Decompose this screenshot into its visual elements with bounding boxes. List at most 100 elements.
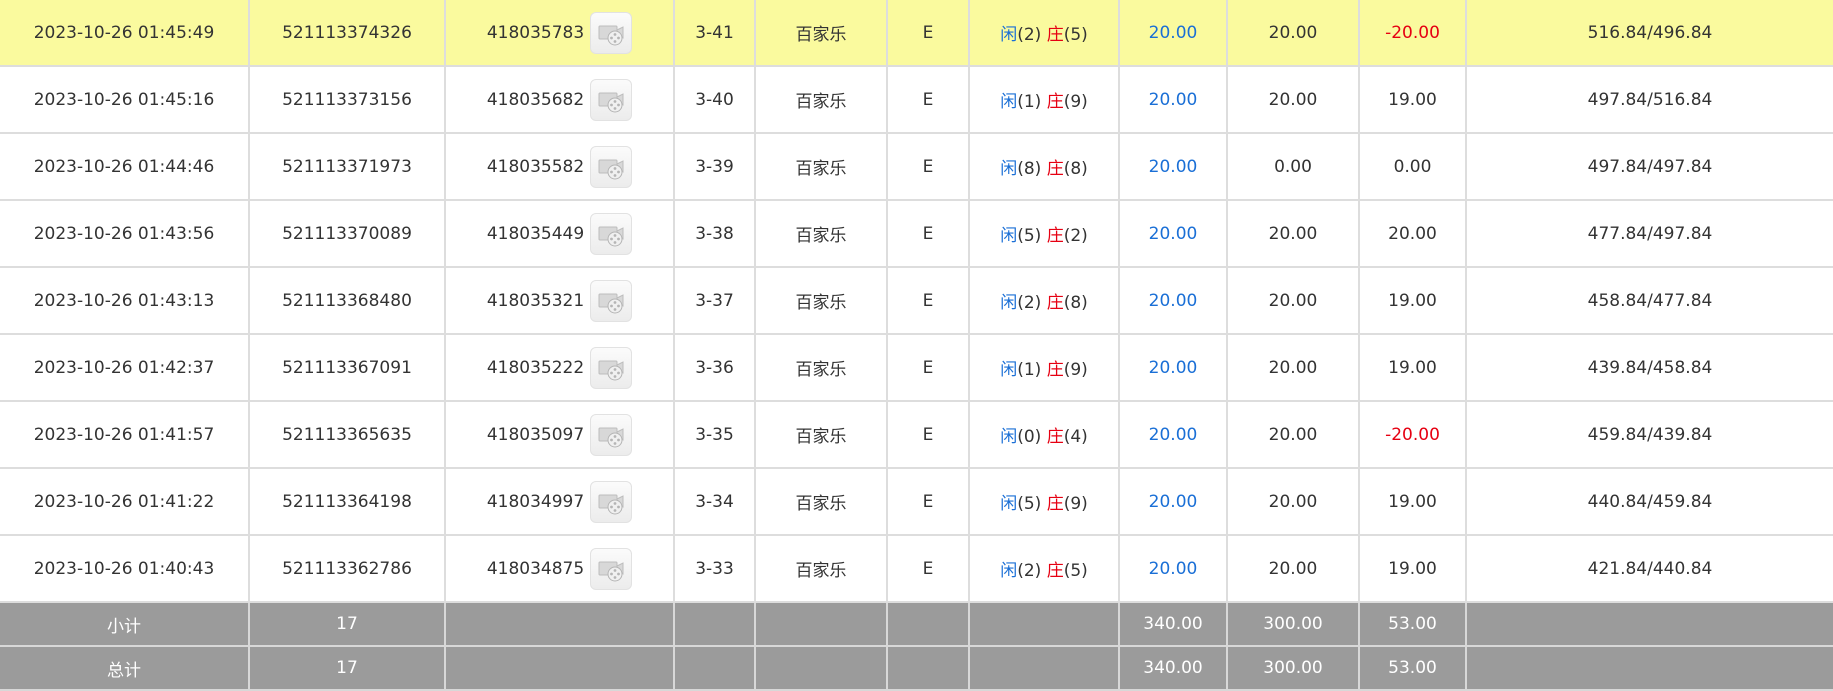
game-name: 百家乐 <box>755 267 888 335</box>
round-number: 3-40 <box>674 66 756 134</box>
video-replay-icon[interactable] <box>590 346 633 389</box>
banker-label: 庄 <box>1046 494 1064 514</box>
result-cell: 闲(5) 庄(2) <box>969 200 1120 268</box>
table-name: E <box>887 334 970 402</box>
total-win-loss: 53.00 <box>1359 646 1467 691</box>
result-cell: 闲(1) 庄(9) <box>969 66 1120 134</box>
valid-bet: 20.00 <box>1227 267 1360 335</box>
subtotal-bet-amount: 340.00 <box>1119 602 1228 647</box>
result-cell: 闲(2) 庄(8) <box>969 267 1120 335</box>
valid-bet: 20.00 <box>1227 0 1360 67</box>
player-label: 闲 <box>1000 293 1018 313</box>
player-points: (8) <box>1017 159 1042 179</box>
banker-label: 庄 <box>1046 427 1064 447</box>
total-count: 17 <box>249 646 446 691</box>
balance: 458.84/477.84 <box>1466 267 1833 335</box>
round-number: 3-35 <box>674 401 756 469</box>
game-name: 百家乐 <box>755 535 888 603</box>
game-name: 百家乐 <box>755 200 888 268</box>
player-label: 闲 <box>1000 92 1018 112</box>
empty-cell <box>1466 602 1833 647</box>
bet-number: 418034997 <box>486 491 585 512</box>
win-loss: -20.00 <box>1359 401 1467 469</box>
table-name: E <box>887 0 970 67</box>
video-replay-icon[interactable] <box>590 78 633 121</box>
video-replay-icon[interactable] <box>590 413 633 456</box>
table-name: E <box>887 200 970 268</box>
video-replay-icon[interactable] <box>590 547 633 590</box>
win-loss: 19.00 <box>1359 66 1467 134</box>
win-loss: 19.00 <box>1359 334 1467 402</box>
empty-cell <box>969 646 1120 691</box>
order-number: 521113364198 <box>249 468 446 536</box>
round-number: 3-39 <box>674 133 756 201</box>
subtotal-row: 小计 17 340.00 300.00 53.00 <box>0 602 1833 647</box>
empty-cell <box>674 602 756 647</box>
game-name: 百家乐 <box>755 66 888 134</box>
banker-label: 庄 <box>1046 159 1064 179</box>
game-name: 百家乐 <box>755 133 888 201</box>
win-loss: 19.00 <box>1359 267 1467 335</box>
empty-cell <box>755 602 888 647</box>
balance: 497.84/497.84 <box>1466 133 1833 201</box>
result-cell: 闲(1) 庄(9) <box>969 334 1120 402</box>
records-body: 2023-10-26 01:45:49 521113374326 4180357… <box>0 0 1833 603</box>
valid-bet: 20.00 <box>1227 200 1360 268</box>
balance: 459.84/439.84 <box>1466 401 1833 469</box>
table-row: 2023-10-26 01:41:22 521113364198 4180349… <box>0 468 1833 536</box>
video-replay-icon[interactable] <box>590 145 633 188</box>
bet-amount: 20.00 <box>1119 133 1228 201</box>
bet-number: 418035321 <box>486 290 585 311</box>
empty-cell <box>445 646 675 691</box>
player-points: (1) <box>1017 360 1042 380</box>
bet-number-cell: 418035783 <box>445 0 675 67</box>
table-row: 2023-10-26 01:44:46 521113371973 4180355… <box>0 133 1833 201</box>
round-number: 3-34 <box>674 468 756 536</box>
round-number: 3-37 <box>674 267 756 335</box>
win-loss: 19.00 <box>1359 535 1467 603</box>
bet-time: 2023-10-26 01:41:57 <box>0 401 250 469</box>
bet-number: 418035582 <box>486 156 585 177</box>
subtotal-win-loss: 53.00 <box>1359 602 1467 647</box>
bet-time: 2023-10-26 01:44:46 <box>0 133 250 201</box>
bet-number: 418035222 <box>486 357 585 378</box>
banker-points: (9) <box>1063 92 1088 112</box>
balance: 440.84/459.84 <box>1466 468 1833 536</box>
order-number: 521113373156 <box>249 66 446 134</box>
banker-label: 庄 <box>1046 25 1064 45</box>
order-number: 521113368480 <box>249 267 446 335</box>
subtotal-count: 17 <box>249 602 446 647</box>
player-label: 闲 <box>1000 561 1018 581</box>
banker-points: (9) <box>1063 360 1088 380</box>
bet-time: 2023-10-26 01:43:13 <box>0 267 250 335</box>
win-loss: 0.00 <box>1359 133 1467 201</box>
empty-cell <box>887 602 970 647</box>
video-replay-icon[interactable] <box>590 212 633 255</box>
bet-amount: 20.00 <box>1119 401 1228 469</box>
balance: 439.84/458.84 <box>1466 334 1833 402</box>
valid-bet: 20.00 <box>1227 535 1360 603</box>
banker-points: (8) <box>1063 293 1088 313</box>
bet-time: 2023-10-26 01:41:22 <box>0 468 250 536</box>
order-number: 521113365635 <box>249 401 446 469</box>
empty-cell <box>969 602 1120 647</box>
result-cell: 闲(5) 庄(9) <box>969 468 1120 536</box>
empty-cell <box>887 646 970 691</box>
bet-number-cell: 418035321 <box>445 267 675 335</box>
balance: 421.84/440.84 <box>1466 535 1833 603</box>
banker-points: (4) <box>1063 427 1088 447</box>
bet-number: 418035783 <box>486 22 585 43</box>
result-cell: 闲(2) 庄(5) <box>969 0 1120 67</box>
video-replay-icon[interactable] <box>590 11 633 54</box>
player-points: (0) <box>1017 427 1042 447</box>
subtotal-valid-bet: 300.00 <box>1227 602 1360 647</box>
total-valid-bet: 300.00 <box>1227 646 1360 691</box>
bet-amount: 20.00 <box>1119 468 1228 536</box>
result-cell: 闲(0) 庄(4) <box>969 401 1120 469</box>
order-number: 521113362786 <box>249 535 446 603</box>
bet-number-cell: 418035449 <box>445 200 675 268</box>
bet-amount: 20.00 <box>1119 200 1228 268</box>
video-replay-icon[interactable] <box>590 480 633 523</box>
video-replay-icon[interactable] <box>590 279 633 322</box>
valid-bet: 20.00 <box>1227 66 1360 134</box>
